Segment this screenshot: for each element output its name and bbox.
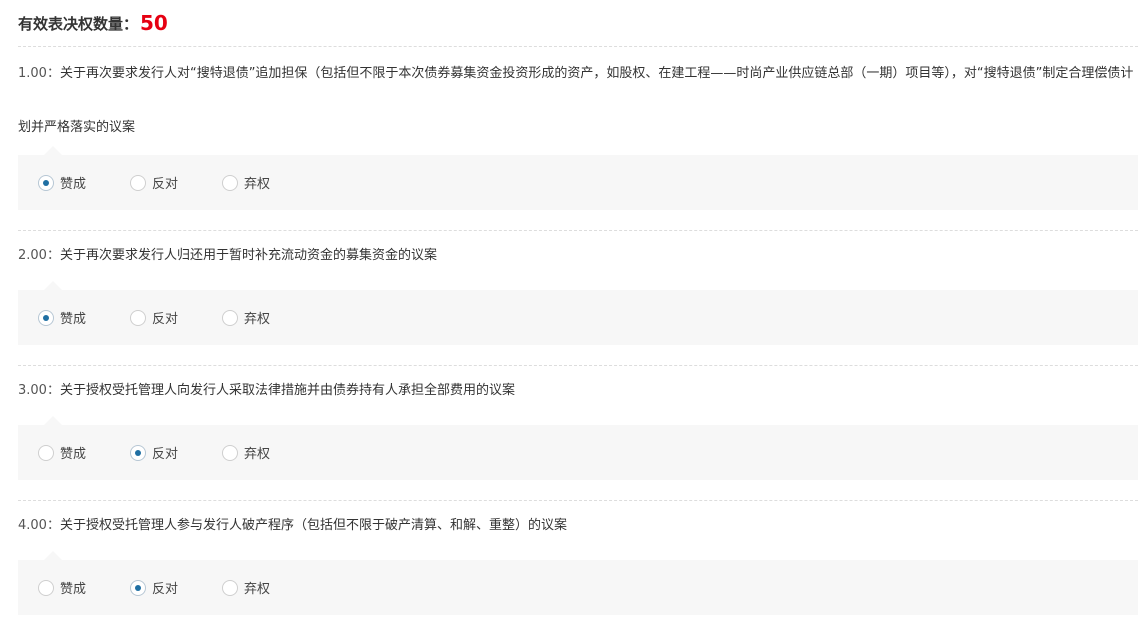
option-label: 赞成 [60, 582, 87, 597]
option-label: 反对 [152, 312, 179, 327]
option-label: 反对 [152, 447, 179, 462]
motion-1-title: 1.00：关于再次要求发行人对“搜特退债”追加担保（包括但不限于本次债券募集资金… [18, 47, 1138, 155]
motion-text: 关于再次要求发行人归还用于暂时补充流动资金的募集资金的议案 [59, 248, 437, 263]
option-abstain[interactable]: 弃权 [222, 173, 314, 192]
radio-button[interactable] [38, 444, 54, 461]
option-approve[interactable]: 赞成 [38, 308, 130, 327]
radio-button[interactable] [130, 579, 146, 596]
voting-rights-count: 50 [140, 11, 168, 35]
option-approve[interactable]: 赞成 [38, 443, 130, 462]
vote-options: 赞成 反对 弃权 [18, 281, 1138, 345]
option-label: 赞成 [60, 177, 87, 192]
option-abstain[interactable]: 弃权 [222, 443, 314, 462]
option-label: 弃权 [244, 312, 271, 327]
motion-number: 2.00： [18, 248, 60, 263]
radio-button[interactable] [130, 444, 146, 461]
option-abstain[interactable]: 弃权 [222, 308, 314, 327]
option-oppose[interactable]: 反对 [130, 173, 222, 192]
motion-4: 4.00：关于授权受托管理人参与发行人破产程序（包括但不限于破产清算、和解、重整… [18, 501, 1138, 615]
radio-button[interactable] [130, 309, 146, 326]
option-label: 赞成 [60, 447, 87, 462]
option-label: 反对 [152, 582, 179, 597]
motion-number: 1.00： [18, 66, 60, 81]
vote-options: 赞成 反对 弃权 [18, 551, 1138, 615]
radio-button[interactable] [222, 309, 238, 326]
radio-button[interactable] [38, 174, 54, 191]
motion-1: 1.00：关于再次要求发行人对“搜特退债”追加担保（包括但不限于本次债券募集资金… [18, 47, 1138, 210]
vote-header: 有效表决权数量： 50 [18, 0, 1138, 47]
radio-button[interactable] [38, 579, 54, 596]
vote-page: 有效表决权数量： 50 1.00：关于再次要求发行人对“搜特退债”追加担保（包括… [0, 0, 1138, 643]
motion-2-title: 2.00：关于再次要求发行人归还用于暂时补充流动资金的募集资金的议案 [18, 231, 1138, 281]
option-abstain[interactable]: 弃权 [222, 578, 314, 597]
radio-button[interactable] [38, 309, 54, 326]
option-approve[interactable]: 赞成 [38, 173, 130, 192]
radio-button[interactable] [222, 444, 238, 461]
motion-text: 关于授权受托管理人参与发行人破产程序（包括但不限于破产清算、和解、重整）的议案 [59, 518, 567, 533]
vote-options: 赞成 反对 弃权 [18, 416, 1138, 480]
motion-number: 4.00： [18, 518, 60, 533]
motion-4-title: 4.00：关于授权受托管理人参与发行人破产程序（包括但不限于破产清算、和解、重整… [18, 501, 1138, 551]
motion-text: 关于授权受托管理人向发行人采取法律措施并由债券持有人承担全部费用的议案 [59, 383, 515, 398]
motion-number: 3.00： [18, 383, 60, 398]
option-oppose[interactable]: 反对 [130, 578, 222, 597]
option-label: 反对 [152, 177, 179, 192]
voting-rights-label: 有效表决权数量： [18, 14, 139, 33]
radio-button[interactable] [222, 174, 238, 191]
option-label: 弃权 [244, 447, 271, 462]
motion-3: 3.00：关于授权受托管理人向发行人采取法律措施并由债券持有人承担全部费用的议案… [18, 366, 1138, 480]
option-label: 弃权 [244, 582, 271, 597]
motion-text: 关于再次要求发行人对“搜特退债”追加担保（包括但不限于本次债券募集资金投资形成的… [18, 66, 1134, 135]
option-approve[interactable]: 赞成 [38, 578, 130, 597]
radio-button[interactable] [130, 174, 146, 191]
motion-2: 2.00：关于再次要求发行人归还用于暂时补充流动资金的募集资金的议案 赞成 反对… [18, 231, 1138, 345]
radio-button[interactable] [222, 579, 238, 596]
option-label: 赞成 [60, 312, 87, 327]
option-oppose[interactable]: 反对 [130, 308, 222, 327]
option-oppose[interactable]: 反对 [130, 443, 222, 462]
motion-3-title: 3.00：关于授权受托管理人向发行人采取法律措施并由债券持有人承担全部费用的议案 [18, 366, 1138, 416]
vote-options: 赞成 反对 弃权 [18, 146, 1138, 210]
option-label: 弃权 [244, 177, 271, 192]
